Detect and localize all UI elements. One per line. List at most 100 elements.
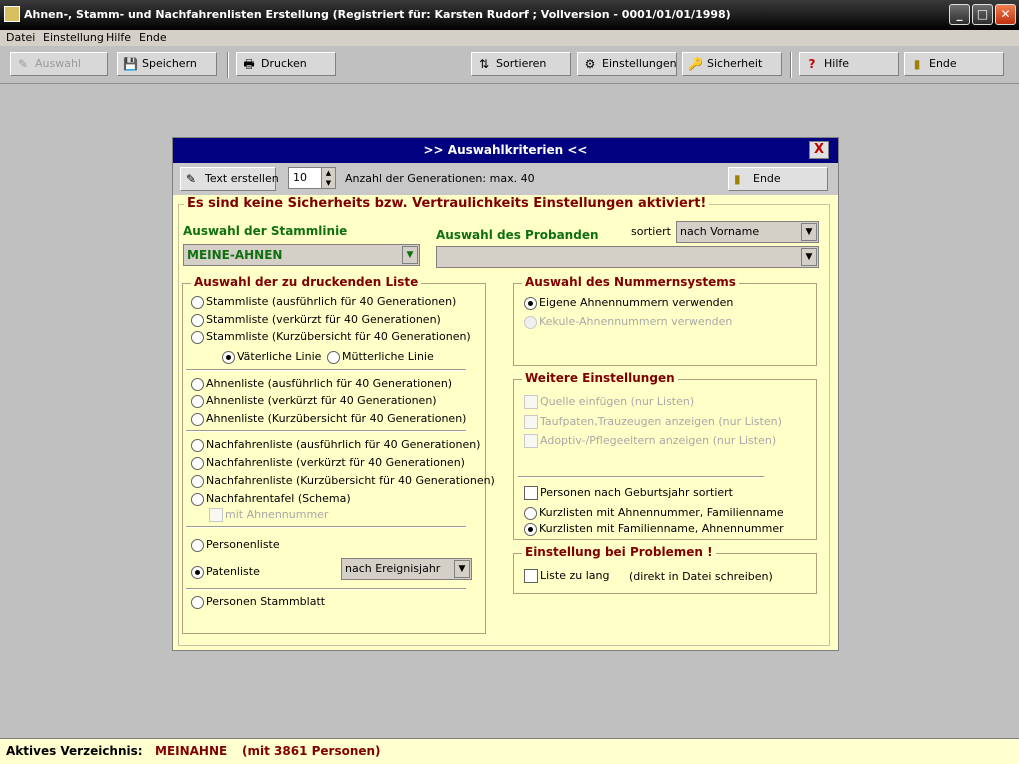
menu-bar: Datei Einstellung Hilfe Ende	[0, 30, 1019, 46]
radio-nachfahrenliste-ausfuehrlich[interactable]: Nachfahrenliste (ausführlich für 40 Gene…	[191, 438, 480, 452]
stammlinie-value: MEINE-AHNEN	[187, 248, 283, 262]
auswahl-button[interactable]: ✎ Auswahl	[10, 52, 108, 76]
proband-select[interactable]: ▼	[436, 246, 819, 268]
nummernsystem-legend: Auswahl des Nummernsystems	[522, 275, 739, 289]
radio-ahnenliste-ausfuehrlich[interactable]: Ahnenliste (ausführlich für 40 Generatio…	[191, 377, 452, 391]
radio-stammliste-ausfuehrlich[interactable]: Stammliste (ausführlich für 40 Generatio…	[191, 295, 456, 309]
chevron-down-icon[interactable]: ▼	[402, 246, 418, 264]
radio-nachfahrenliste-verkuerzt[interactable]: Nachfahrenliste (verkürzt für 40 Generat…	[191, 456, 465, 470]
chevron-down-icon[interactable]: ▼	[801, 248, 817, 266]
sort-icon: ⇅	[478, 57, 490, 71]
einstellungen-button[interactable]: ⚙ Einstellungen	[577, 52, 677, 76]
radio-stammliste-verkuerzt[interactable]: Stammliste (verkürzt für 40 Generationen…	[191, 313, 441, 327]
radio-patenliste[interactable]: Patenliste	[191, 565, 260, 579]
radio-personenliste[interactable]: Personenliste	[191, 538, 280, 552]
divider	[518, 476, 764, 478]
divider	[186, 588, 466, 590]
menu-hilfe[interactable]: Hilfe	[106, 31, 131, 44]
radio-muetterliche-linie[interactable]: Mütterliche Linie	[327, 350, 434, 364]
radio-kekule-ahnennummern[interactable]: Kekule-Ahnennummern verwenden	[524, 315, 732, 329]
weitere-einstellungen-legend: Weitere Einstellungen	[522, 371, 678, 385]
sortiert-label: sortiert	[631, 225, 671, 238]
liste-zu-lang-hint: (direkt in Datei schreiben)	[629, 570, 773, 583]
close-window-button[interactable]: ✕	[995, 4, 1016, 25]
dialog-ende-button[interactable]: ▮ Ende	[728, 167, 828, 191]
status-label: Aktives Verzeichnis:	[6, 744, 143, 758]
active-directory: MEINAHNE	[155, 744, 228, 758]
security-warning: Es sind keine Sicherheits bzw. Vertrauli…	[184, 196, 710, 211]
maximize-button[interactable]: □	[972, 4, 993, 25]
window-title: Ahnen-, Stamm- und Nachfahrenlisten Erst…	[24, 8, 731, 21]
radio-vaeterliche-linie[interactable]: Väterliche Linie	[222, 350, 321, 364]
toolbar-separator	[227, 52, 229, 78]
menu-einstellung[interactable]: Einstellung	[43, 31, 104, 44]
divider	[186, 369, 466, 371]
patenliste-sort-select[interactable]: nach Ereignisjahr ▼	[341, 558, 472, 580]
auswahl-label: Auswahl	[35, 57, 81, 70]
save-icon: 💾	[123, 57, 138, 71]
text-erstellen-button[interactable]: ✎ Text erstellen	[180, 167, 279, 191]
divider	[186, 430, 466, 432]
key-icon: 🔑	[688, 57, 703, 71]
radio-eigene-ahnennummern[interactable]: Eigene Ahnennummern verwenden	[524, 296, 733, 310]
sortieren-label: Sortieren	[496, 57, 547, 70]
sortiert-select[interactable]: nach Vorname ▼	[676, 221, 819, 243]
exit-door-icon: ▮	[734, 172, 741, 186]
generations-stepper[interactable]: 10 ▲ ▼	[288, 167, 336, 189]
divider	[186, 526, 466, 528]
menu-datei[interactable]: Datei	[6, 31, 35, 44]
auswahlkriterien-dialog: >> Auswahlkriterien << X ✎ Text erstelle…	[172, 137, 839, 651]
checkbox-mit-ahnennummer[interactable]: mit Ahnennummer	[209, 508, 328, 522]
radio-kurzlisten-ahnennummer[interactable]: Kurzlisten mit Ahnennummer, Familienname	[524, 506, 784, 520]
checkbox-geburtsjahr-sortiert[interactable]: Personen nach Geburtsjahr sortiert	[524, 486, 733, 500]
einstellungen-label: Einstellungen	[602, 57, 677, 70]
sortieren-button[interactable]: ⇅ Sortieren	[471, 52, 571, 76]
printer-icon: 🖶	[243, 57, 255, 71]
toolbar: ✎ Auswahl 💾 Speichern 🖶 Drucken ⇅ Sortie…	[0, 48, 1019, 84]
checkbox-quelle-einfuegen[interactable]: Quelle einfügen (nur Listen)	[524, 395, 694, 409]
stepper-down-icon[interactable]: ▼	[321, 178, 335, 188]
dialog-ende-label: Ende	[753, 172, 781, 185]
dialog-title: >> Auswahlkriterien <<	[173, 138, 838, 163]
title-bar: Ahnen-, Stamm- und Nachfahrenlisten Erst…	[0, 0, 1019, 30]
probleme-legend: Einstellung bei Problemen !	[522, 545, 716, 559]
radio-ahnenliste-verkuerzt[interactable]: Ahnenliste (verkürzt für 40 Generationen…	[191, 394, 437, 408]
radio-stammliste-kurz[interactable]: Stammliste (Kurzübersicht für 40 Generat…	[191, 330, 471, 344]
radio-nachfahrenliste-kurz[interactable]: Nachfahrenliste (Kurzübersicht für 40 Ge…	[191, 474, 495, 488]
minimize-button[interactable]: _	[949, 4, 970, 25]
checkbox-taufpaten[interactable]: Taufpaten,Trauzeugen anzeigen (nur Liste…	[524, 415, 782, 429]
pencil-icon: ✎	[17, 57, 29, 71]
exit-door-icon: ▮	[913, 57, 921, 71]
stammlinie-select[interactable]: MEINE-AHNEN ▼	[183, 244, 420, 266]
sicherheit-button[interactable]: 🔑 Sicherheit	[682, 52, 782, 76]
chevron-down-icon[interactable]: ▼	[801, 223, 817, 241]
radio-kurzlisten-familienname[interactable]: Kurzlisten mit Familienname, Ahnennummer	[524, 522, 784, 536]
settings-icon: ⚙	[584, 57, 596, 71]
hilfe-button[interactable]: ? Hilfe	[799, 52, 899, 76]
radio-ahnenliste-kurz[interactable]: Ahnenliste (Kurzübersicht für 40 Generat…	[191, 412, 466, 426]
drucken-label: Drucken	[261, 57, 307, 70]
hilfe-label: Hilfe	[824, 57, 850, 70]
ende-label: Ende	[929, 57, 957, 70]
speichern-button[interactable]: 💾 Speichern	[117, 52, 217, 76]
chevron-down-icon[interactable]: ▼	[454, 560, 470, 578]
ende-button[interactable]: ▮ Ende	[904, 52, 1004, 76]
drucken-button[interactable]: 🖶 Drucken	[236, 52, 336, 76]
checkbox-adoptiv[interactable]: Adoptiv-/Pflegeeltern anzeigen (nur List…	[524, 434, 776, 448]
generations-label: Anzahl der Generationen: max. 40	[345, 172, 535, 185]
menu-ende[interactable]: Ende	[139, 31, 167, 44]
checkbox-liste-zu-lang[interactable]: Liste zu lang	[524, 569, 610, 583]
dialog-close-button[interactable]: X	[809, 141, 829, 159]
generations-value: 10	[293, 171, 307, 184]
sortiert-value: nach Vorname	[680, 225, 760, 238]
help-icon: ?	[808, 57, 816, 71]
status-bar: Aktives Verzeichnis: MEINAHNE (mit 3861 …	[0, 738, 1019, 764]
stammlinie-label: Auswahl der Stammlinie	[183, 224, 348, 238]
stepper-up-icon[interactable]: ▲	[321, 168, 335, 178]
radio-nachfahrentafel[interactable]: Nachfahrentafel (Schema)	[191, 492, 351, 506]
liste-legend: Auswahl der zu druckenden Liste	[191, 275, 422, 289]
speichern-label: Speichern	[142, 57, 197, 70]
sicherheit-label: Sicherheit	[707, 57, 763, 70]
toolbar-separator	[790, 52, 792, 78]
radio-personen-stammblatt[interactable]: Personen Stammblatt	[191, 595, 325, 609]
